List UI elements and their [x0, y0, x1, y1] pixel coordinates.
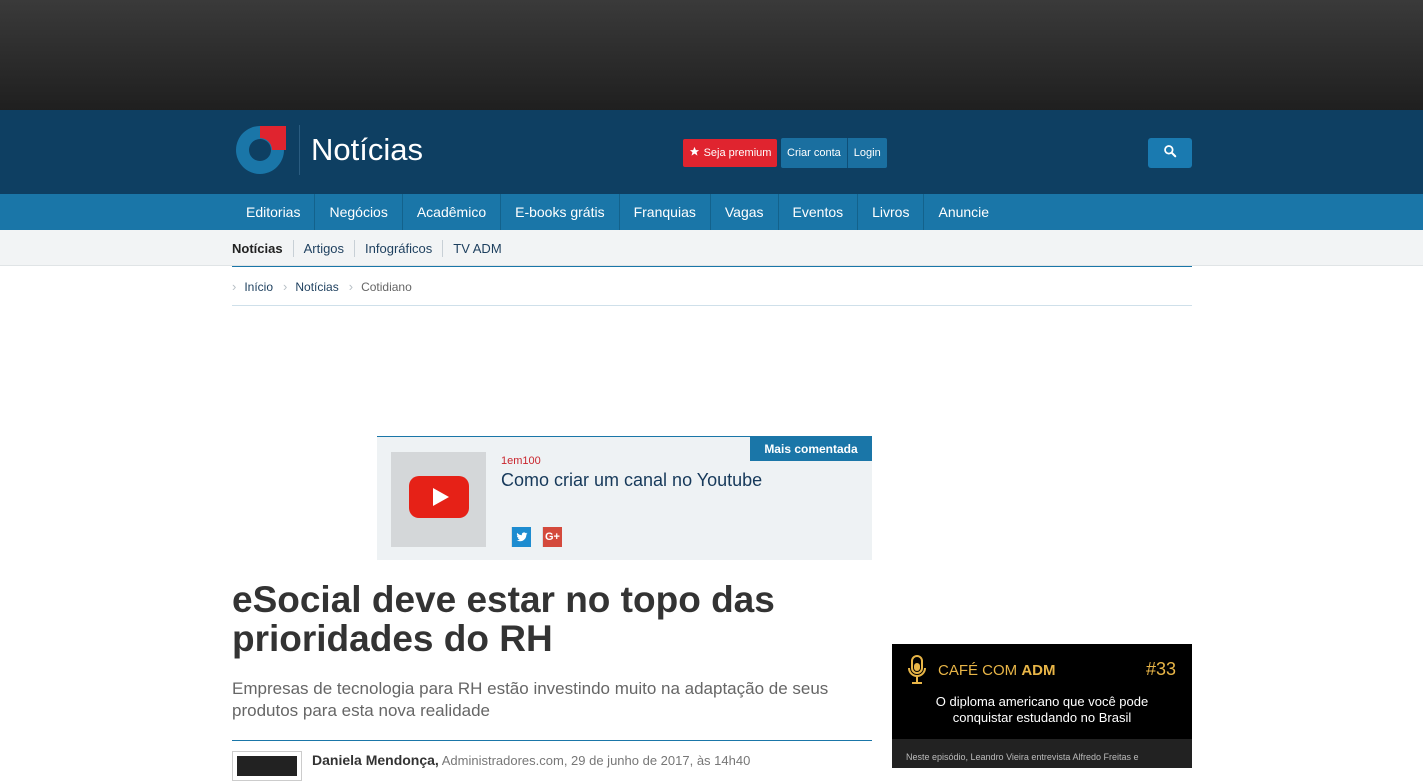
breadcrumb-item-noticias[interactable]: Notícias	[295, 280, 338, 294]
article-subheadline: Empresas de tecnologia para RH estão inv…	[232, 679, 829, 720]
byline-details: Administradores.com, 29 de junho de 2017…	[441, 753, 751, 768]
featured-share-buttons: G+	[501, 527, 562, 547]
premium-label: Seja premium	[703, 147, 772, 159]
premium-button[interactable]: Seja premium	[683, 139, 777, 167]
breadcrumb-item-cotidiano: Cotidiano	[361, 279, 412, 294]
nav-item-academico[interactable]: Acadêmico	[403, 194, 502, 230]
main-navigation: Editorias Negócios Acadêmico E-books grá…	[0, 194, 1423, 230]
sub-navigation: Notícias Artigos Infográficos TV ADM	[0, 230, 1423, 266]
star-icon	[689, 146, 700, 160]
podcast-brand: CAFÉ COM ADM	[938, 662, 1056, 679]
nav-item-negocios[interactable]: Negócios	[315, 194, 403, 230]
author-avatar[interactable]	[232, 751, 302, 781]
featured-most-commented: Mais comentada 1em100 Como criar um cana…	[377, 436, 872, 560]
featured-thumbnail[interactable]	[391, 452, 486, 547]
chevron-right-icon: ›	[348, 279, 354, 294]
create-account-button[interactable]: Criar conta	[781, 138, 847, 168]
breadcrumb-bottom-rule	[232, 305, 1192, 306]
search-icon	[1163, 144, 1177, 163]
search-button[interactable]	[1148, 138, 1192, 168]
article-byline-rule	[232, 740, 872, 741]
nav-item-vagas[interactable]: Vagas	[711, 194, 779, 230]
login-button[interactable]: Login	[846, 138, 887, 168]
subnav-item-tv-adm[interactable]: TV ADM	[442, 240, 511, 257]
most-commented-tag: Mais comentada	[750, 436, 872, 461]
nav-item-anuncie[interactable]: Anuncie	[924, 194, 1003, 230]
logo-divider	[299, 125, 300, 175]
author-name[interactable]: Daniela Mendonça,	[312, 752, 439, 768]
podcast-episode-number: #33	[1145, 659, 1176, 679]
subnav-item-infograficos[interactable]: Infográficos	[354, 240, 442, 257]
chevron-right-icon: ›	[283, 279, 288, 294]
subnav-item-noticias[interactable]: Notícias	[232, 240, 293, 257]
featured-kicker[interactable]: 1em100	[501, 455, 541, 467]
article-headline: eSocial deve estar no topo das prioridad…	[232, 579, 775, 659]
nav-item-eventos[interactable]: Eventos	[779, 194, 859, 230]
top-banner-area	[0, 0, 1423, 110]
podcast-widget[interactable]: CAFÉ COM ADM #33 O diploma americano que…	[892, 644, 1192, 768]
podcast-episode-description: Neste episódio, Leandro Vieira entrevist…	[892, 739, 1192, 768]
nav-item-ebooks[interactable]: E-books grátis	[501, 194, 620, 230]
nav-item-franquias[interactable]: Franquias	[620, 194, 711, 230]
chevron-right-icon: ›	[232, 279, 237, 294]
nav-item-editorias[interactable]: Editorias	[232, 194, 316, 230]
breadcrumb-top-rule	[232, 266, 1192, 267]
google-plus-icon: G+	[545, 531, 560, 543]
featured-title[interactable]: Como criar um canal no Youtube	[501, 470, 762, 491]
microphone-icon	[906, 654, 928, 691]
account-buttons: Criar conta Login	[781, 138, 887, 168]
youtube-play-icon	[408, 476, 469, 523]
twitter-share-button[interactable]	[511, 527, 531, 547]
subnav-item-artigos[interactable]: Artigos	[292, 240, 354, 257]
site-header: Notícias Seja premium Criar conta Login	[0, 110, 1423, 194]
article-byline: Daniela Mendonça, Administradores.com, 2…	[312, 752, 750, 768]
site-logo-icon[interactable]	[234, 125, 286, 175]
breadcrumb: › Início › Notícias › Cotidiano	[232, 279, 422, 294]
site-title[interactable]: Notícias	[311, 132, 423, 168]
google-plus-share-button[interactable]: G+	[542, 527, 562, 547]
breadcrumb-item-inicio[interactable]: Início	[244, 280, 273, 294]
podcast-episode-title[interactable]: O diploma americano que você pode conqui…	[912, 694, 1172, 726]
nav-item-livros[interactable]: Livros	[858, 194, 925, 230]
twitter-icon	[516, 532, 527, 542]
